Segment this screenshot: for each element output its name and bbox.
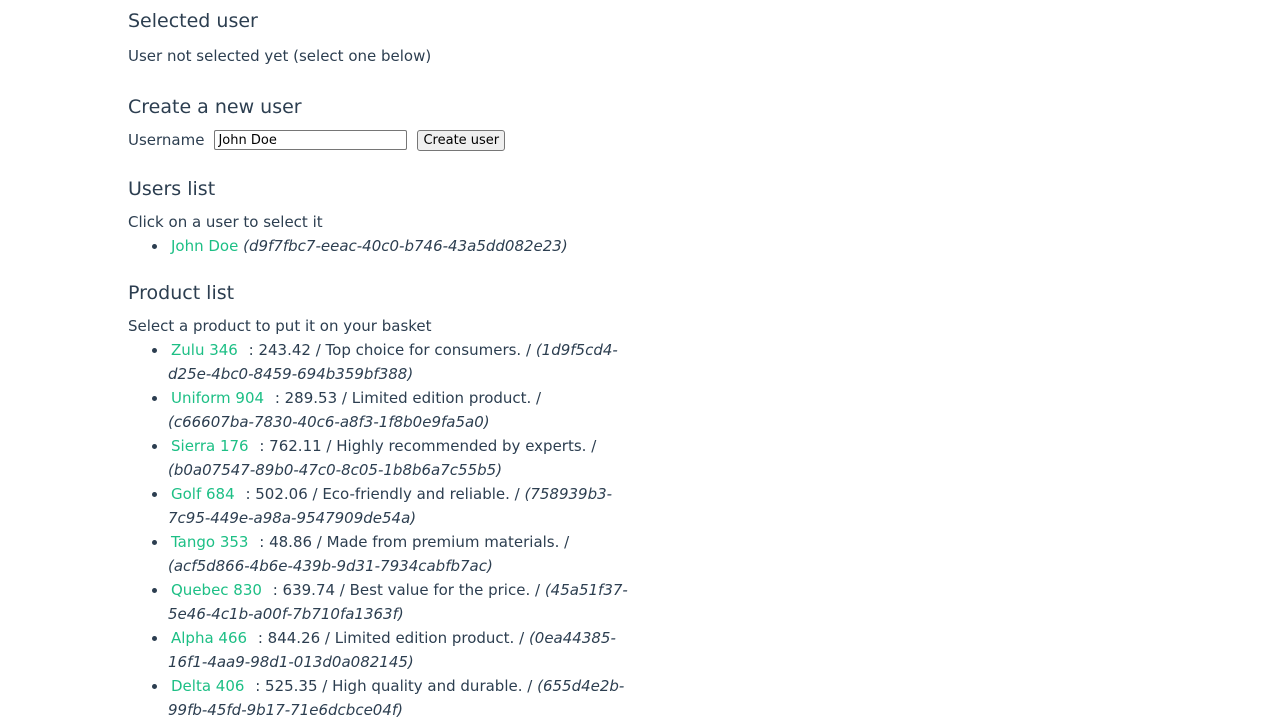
product-link[interactable]: Uniform 904 <box>168 389 264 407</box>
product-item: Delta 406 : 525.35 / High quality and du… <box>168 674 628 720</box>
create-user-button[interactable]: Create user <box>417 129 506 151</box>
product-details: : 502.06 / Eco-friendly and reliable. / <box>245 485 520 503</box>
product-link[interactable]: Sierra 176 <box>168 437 249 455</box>
user-id: (d9f7fbc7-eeac-40c0-b746-43a5dd082e23) <box>243 237 568 255</box>
product-details: : 289.53 / Limited edition product. / <box>274 389 542 407</box>
product-details: : 243.42 / Top choice for consumers. / <box>248 341 532 359</box>
selected-user-heading: Selected user <box>128 10 258 32</box>
product-link[interactable]: Zulu 346 <box>168 341 238 359</box>
product-link[interactable]: Quebec 830 <box>168 581 262 599</box>
create-user-heading: Create a new user <box>128 96 302 118</box>
product-item: Tango 353 : 48.86 / Made from premium ma… <box>168 530 628 578</box>
create-user-form: Username Create user <box>128 128 628 152</box>
product-id: (acf5d866-4b6e-439b-9d31-7934cabfb7ac) <box>168 557 493 575</box>
product-item: Zulu 346 : 243.42 / Top choice for consu… <box>168 338 628 386</box>
page: Selected user User not selected yet (sel… <box>0 0 1280 720</box>
product-details: : 762.11 / Highly recommended by experts… <box>259 437 597 455</box>
product-id: (b0a07547-89b0-47c0-8c05-1b8b6a7c55b5) <box>168 461 503 479</box>
product-link[interactable]: Delta 406 <box>168 677 244 695</box>
product-details: : 48.86 / Made from premium materials. / <box>259 533 570 551</box>
main-content: Selected user User not selected yet (sel… <box>128 8 628 720</box>
users-list-help: Click on a user to select it <box>128 213 323 231</box>
product-list: Zulu 346 : 243.42 / Top choice for consu… <box>128 338 628 720</box>
product-details: : 844.26 / Limited edition product. / <box>257 629 525 647</box>
product-link[interactable]: Golf 684 <box>168 485 235 503</box>
user-link[interactable]: John Doe <box>168 237 238 255</box>
username-input[interactable] <box>214 130 408 150</box>
product-link[interactable]: Tango 353 <box>168 533 248 551</box>
users-list-heading: Users list <box>128 178 216 200</box>
product-item: Quebec 830 : 639.74 / Best value for the… <box>168 578 628 626</box>
selected-user-status: User not selected yet (select one below) <box>128 47 432 65</box>
product-id: (c66607ba-7830-40c6-a8f3-1f8b0e9fa5a0) <box>168 413 490 431</box>
product-item: Golf 684 : 502.06 / Eco-friendly and rel… <box>168 482 628 530</box>
product-details: : 525.35 / High quality and durable. / <box>255 677 533 695</box>
username-label: Username <box>128 131 205 149</box>
product-item: Sierra 176 : 762.11 / Highly recommended… <box>168 434 628 482</box>
product-list-heading: Product list <box>128 282 235 304</box>
users-list: John Doe (d9f7fbc7-eeac-40c0-b746-43a5dd… <box>128 234 628 258</box>
product-item: Alpha 466 : 844.26 / Limited edition pro… <box>168 626 628 674</box>
product-details: : 639.74 / Best value for the price. / <box>272 581 541 599</box>
product-link[interactable]: Alpha 466 <box>168 629 247 647</box>
product-item: Uniform 904 : 289.53 / Limited edition p… <box>168 386 628 434</box>
user-item: John Doe (d9f7fbc7-eeac-40c0-b746-43a5dd… <box>168 234 628 258</box>
product-list-help: Select a product to put it on your baske… <box>128 317 432 335</box>
